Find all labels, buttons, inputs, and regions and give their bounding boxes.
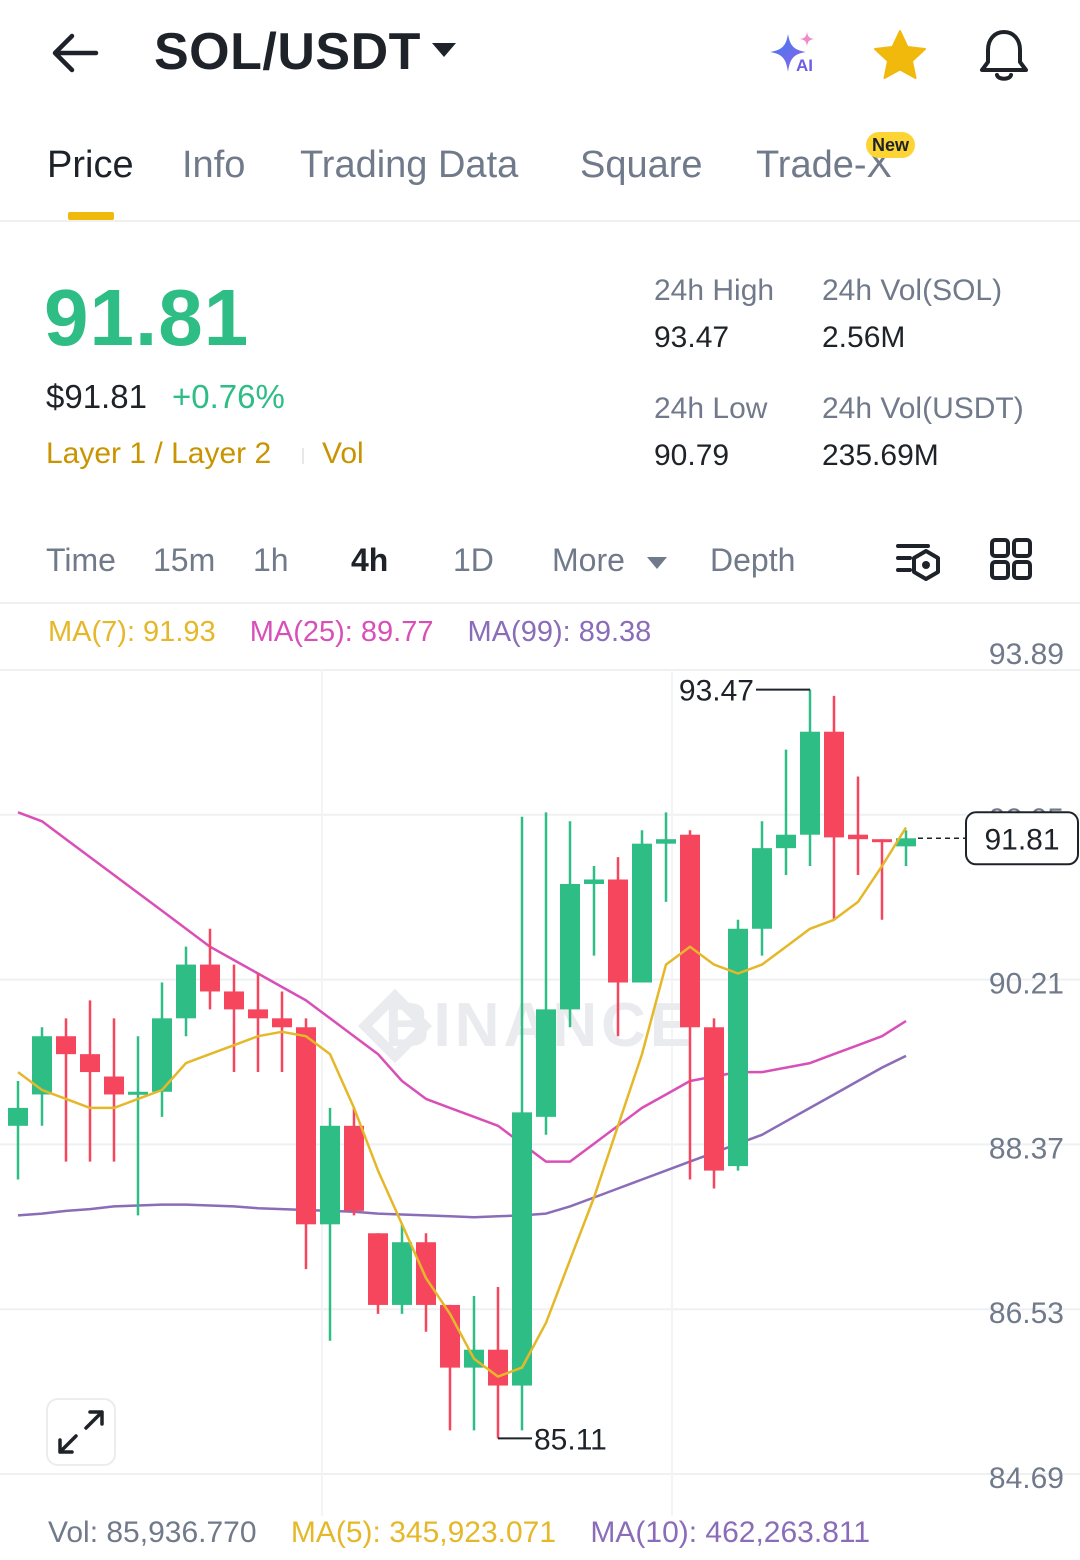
y-tick-label: 93.89 (989, 638, 1064, 671)
candle-down (488, 1349, 508, 1386)
candle-down (848, 834, 868, 840)
bell-icon[interactable] (974, 26, 1034, 86)
stat-24h-low-label: 24h Low (654, 392, 768, 425)
candle-up (560, 883, 580, 1010)
tag-divider (302, 448, 304, 464)
candle-down (704, 1027, 724, 1171)
back-arrow-icon[interactable] (50, 30, 100, 76)
expand-icon (58, 1410, 104, 1454)
active-tab-indicator (68, 212, 114, 220)
stat-24h-high-value: 93.47 (654, 321, 730, 354)
ma99-line (17, 1054, 907, 1219)
candle-up (800, 731, 820, 835)
interval-more[interactable]: More (552, 542, 625, 579)
interval-bar: Time 15m 1h 4h 1D More Depth (0, 520, 1080, 604)
star-icon[interactable] (870, 26, 930, 86)
candle-down (248, 1009, 268, 1019)
category-tag-layer[interactable]: Layer 1 / Layer 2 (46, 437, 271, 471)
high-marker-label: 93.47 (679, 675, 754, 708)
stat-24h-high-label: 24h High (654, 274, 775, 307)
last-price-label: 91.81 (984, 823, 1059, 856)
y-tick-label: 84.69 (989, 1462, 1064, 1495)
chart-settings-icon[interactable] (894, 534, 944, 584)
stat-24h-vol-sol-value: 2.56M (822, 321, 906, 354)
candle-down (56, 1036, 76, 1055)
volume-legend: Vol: 85,936.770 MA(5): 345,923.071 MA(10… (48, 1516, 896, 1550)
more-chevron-down-icon[interactable] (646, 556, 668, 570)
volume-label: Vol: 85,936.770 (48, 1516, 257, 1549)
candle-down (416, 1242, 436, 1305)
last-price: 91.81 (44, 273, 250, 362)
ma25-line (17, 811, 907, 1163)
ai-badge-label: AI (796, 56, 813, 75)
candle-down (272, 1018, 292, 1028)
tab-square[interactable]: Square (580, 144, 703, 187)
tab-trading-data[interactable]: Trading Data (300, 144, 518, 187)
candle-up (752, 848, 772, 929)
tab-price[interactable]: Price (47, 144, 134, 187)
candle-up (536, 1009, 556, 1117)
candle-up (128, 1091, 148, 1095)
depth-tab[interactable]: Depth (710, 542, 795, 579)
volume-ma10-label: MA(10): 462,263.811 (590, 1516, 871, 1549)
candle-up (320, 1125, 340, 1225)
candle-down (200, 964, 220, 992)
candle-down (80, 1054, 100, 1073)
interval-4h[interactable]: 4h (351, 542, 388, 579)
low-marker-label: 85.11 (534, 1423, 607, 1456)
interval-1h[interactable]: 1h (253, 542, 289, 579)
y-tick-label: 88.37 (989, 1132, 1064, 1165)
y-tick-label: 90.21 (989, 968, 1064, 1001)
tab-info[interactable]: Info (182, 144, 245, 187)
usd-price: $91.81 (46, 378, 147, 415)
candle-up (584, 879, 604, 884)
candle-up (512, 1112, 532, 1386)
stat-24h-vol-sol-label: 24h Vol(SOL) (822, 274, 1003, 307)
interval-time[interactable]: Time (46, 542, 116, 579)
candle-down (368, 1233, 388, 1305)
chevron-down-icon[interactable] (430, 40, 458, 60)
candle-down (608, 879, 628, 983)
candle-up (8, 1107, 28, 1126)
candle-up (776, 834, 796, 849)
interval-1d[interactable]: 1D (453, 542, 494, 579)
candlestick-chart[interactable]: 93.8992.0590.2188.3786.5384.69BINANCE93.… (0, 606, 1080, 1516)
candle-down (296, 1027, 316, 1225)
candle-up (656, 839, 676, 844)
y-tick-label: 86.53 (989, 1297, 1064, 1330)
candle-up (392, 1242, 412, 1305)
candle-up (728, 928, 748, 1167)
candle-up (632, 843, 652, 983)
stat-24h-low-value: 90.79 (654, 439, 730, 472)
ai-sparkle-icon[interactable]: AI (766, 26, 826, 86)
price-change-percent: +0.76% (172, 378, 285, 415)
candle-up (176, 964, 196, 1019)
candle-down (824, 731, 844, 838)
stat-24h-vol-usdt-value: 235.69M (822, 439, 939, 472)
candle-down (872, 839, 892, 843)
new-badge: New (866, 132, 916, 158)
category-tag-vol[interactable]: Vol (322, 437, 364, 471)
grid-layout-icon[interactable] (986, 534, 1036, 584)
pair-title[interactable]: SOL/USDT (154, 22, 421, 82)
tab-bar: Price Info Trading Data Square Trade-X (0, 130, 1080, 222)
candle-down (224, 991, 244, 1010)
candle-down (680, 834, 700, 1028)
candle-down (344, 1125, 364, 1211)
candle-down (104, 1076, 124, 1095)
ma7-line (17, 826, 908, 1378)
interval-15m[interactable]: 15m (153, 542, 215, 579)
stat-24h-vol-usdt-label: 24h Vol(USDT) (822, 392, 1024, 425)
volume-ma5-label: MA(5): 345,923.071 (290, 1516, 557, 1549)
app-header: SOL/USDT AI (0, 0, 1080, 110)
fullscreen-button[interactable] (46, 1398, 116, 1466)
